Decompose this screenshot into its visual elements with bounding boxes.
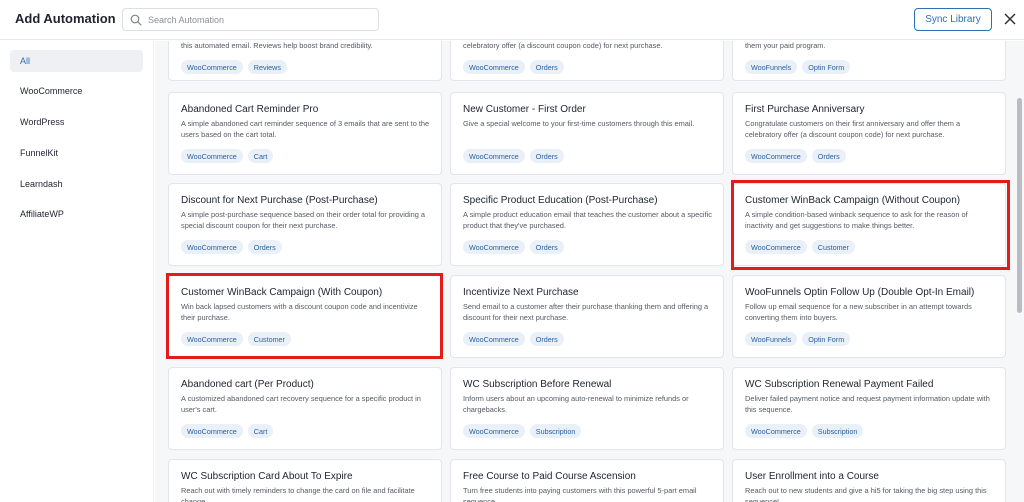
card-tag: WooFunnels [745, 60, 798, 74]
search-input[interactable] [148, 11, 373, 28]
search-box[interactable] [122, 8, 379, 31]
automation-card[interactable]: WooFunnels Optin Follow Up (Double Opt-I… [732, 275, 1006, 358]
automation-card[interactable]: Discount for Next Purchase (Post-Purchas… [168, 183, 442, 266]
sidebar-item-all[interactable]: All [10, 50, 143, 72]
card-title: Discount for Next Purchase (Post-Purchas… [181, 195, 378, 206]
card-description: Turn free students into paying customers… [463, 486, 697, 502]
automation-card[interactable]: WC Subscription Before Renewal Inform us… [450, 367, 724, 450]
card-title: WooFunnels Optin Follow Up (Double Opt-I… [745, 287, 975, 298]
automation-card[interactable]: Abandoned Cart Reminder Pro A simple aba… [168, 92, 442, 175]
card-description: this automated email. Reviews help boost… [181, 41, 373, 50]
close-icon [1004, 13, 1016, 25]
scrollbar-thumb[interactable] [1017, 98, 1022, 313]
card-tag: Reviews [247, 60, 287, 74]
card-title: Free Course to Paid Course Ascension [463, 471, 636, 482]
card-tag: WooCommerce [181, 240, 243, 254]
search-icon [130, 14, 142, 26]
card-description: Reach out with timely reminders to chang… [181, 486, 415, 502]
top-header: Add Automation Sync Library [0, 0, 1024, 40]
automation-card[interactable]: celebratory offer (a discount coupon cod… [450, 41, 724, 81]
category-sidebar: All WooCommerce WordPress FunnelKit Lear… [0, 41, 154, 502]
automation-card[interactable]: WC Subscription Card About To Expire Rea… [168, 459, 442, 502]
automation-card[interactable]: Abandoned cart (Per Product) A customize… [168, 367, 442, 450]
card-description: A simple abandoned cart reminder sequenc… [181, 119, 430, 139]
card-description: A simple condition-based winback sequenc… [745, 210, 968, 230]
automation-card[interactable]: Incentivize Next Purchase Send email to … [450, 275, 724, 358]
card-tag: WooCommerce [745, 424, 807, 438]
automation-card[interactable]: First Purchase Anniversary Congratulate … [732, 92, 1006, 175]
card-description: A customized abandoned cart recovery seq… [181, 394, 421, 414]
card-tag: Cart [247, 149, 274, 163]
automation-grid: this automated email. Reviews help boost… [155, 41, 1024, 502]
card-description: A simple post-purchase sequence based on… [181, 210, 426, 230]
card-tag: WooCommerce [463, 240, 525, 254]
automation-card[interactable]: them your paid program. WooFunnels Optin … [732, 41, 1006, 81]
card-title: Incentivize Next Purchase [463, 287, 579, 298]
card-tag: WooCommerce [463, 149, 525, 163]
card-tag: WooCommerce [181, 332, 243, 346]
card-tag: Customer [811, 240, 855, 254]
automation-card[interactable]: User Enrollment into a Course Reach out … [732, 459, 1006, 502]
sidebar-item-woocommerce[interactable]: WooCommerce [10, 80, 143, 102]
automation-card[interactable]: Specific Product Education (Post-Purchas… [450, 183, 724, 266]
automation-card[interactable]: Free Course to Paid Course Ascension Tur… [450, 459, 724, 502]
card-title: New Customer - First Order [463, 104, 586, 115]
card-tag: WooCommerce [463, 332, 525, 346]
card-title: WC Subscription Card About To Expire [181, 471, 353, 482]
card-description: Reach out to new students and give a hi5… [745, 486, 987, 502]
card-title: Customer WinBack Campaign (Without Coupo… [745, 195, 961, 206]
card-tag: Optin Form [802, 60, 851, 74]
card-tag: WooFunnels [745, 332, 798, 346]
card-tag: Orders [529, 149, 564, 163]
card-tag: Orders [811, 149, 846, 163]
card-description: Send email to a customer after their pur… [463, 302, 709, 322]
card-title: Abandoned Cart Reminder Pro [181, 104, 319, 115]
card-tag: WooCommerce [463, 424, 525, 438]
card-title: WC Subscription Before Renewal [463, 379, 612, 390]
sync-library-button[interactable]: Sync Library [914, 8, 992, 31]
card-title: User Enrollment into a Course [745, 471, 879, 482]
card-tag: WooCommerce [745, 240, 807, 254]
card-description: celebratory offer (a discount coupon cod… [463, 41, 663, 50]
page-title: Add Automation [15, 11, 116, 26]
card-title: Specific Product Education (Post-Purchas… [463, 195, 658, 206]
card-title: WC Subscription Renewal Payment Failed [745, 379, 934, 390]
card-title: Abandoned cart (Per Product) [181, 379, 314, 390]
card-tag: Orders [529, 60, 564, 74]
automation-card[interactable]: WC Subscription Renewal Payment Failed D… [732, 367, 1006, 450]
card-tag: Optin Form [802, 332, 851, 346]
sidebar-item-funnelkit[interactable]: FunnelKit [10, 142, 143, 164]
card-description: A simple product education email that te… [463, 210, 712, 230]
card-tag: Orders [529, 332, 564, 346]
sidebar-item-affiliatewp[interactable]: AffiliateWP [10, 203, 143, 225]
card-tag: WooCommerce [181, 424, 243, 438]
card-tag: Orders [529, 240, 564, 254]
close-button[interactable] [1000, 9, 1020, 29]
card-tag: WooCommerce [463, 60, 525, 74]
automation-card[interactable]: New Customer - First Order Give a specia… [450, 92, 724, 175]
automation-card[interactable]: Customer WinBack Campaign (With Coupon) … [168, 275, 442, 358]
card-tag: WooCommerce [181, 60, 243, 74]
automation-card[interactable]: this automated email. Reviews help boost… [168, 41, 442, 81]
card-title: Customer WinBack Campaign (With Coupon) [181, 287, 383, 298]
card-tag: Subscription [529, 424, 582, 438]
card-description: Deliver failed payment notice and reques… [745, 394, 990, 414]
card-tag: Customer [247, 332, 291, 346]
card-tag: WooCommerce [181, 149, 243, 163]
sidebar-item-learndash[interactable]: Learndash [10, 173, 143, 195]
card-description: Give a special welcome to your first-tim… [463, 119, 695, 128]
card-description: Follow up email sequence for a new subsc… [745, 302, 972, 322]
card-tag: Cart [247, 424, 274, 438]
card-description: Win back lapsed customers with a discoun… [181, 302, 418, 322]
card-description: Inform users about an upcoming auto-rene… [463, 394, 689, 414]
card-tag: Orders [247, 240, 282, 254]
card-title: First Purchase Anniversary [745, 104, 865, 115]
scrollbar-track[interactable] [1014, 41, 1024, 502]
card-description: Congratulate customers on their first an… [745, 119, 961, 139]
card-tag: WooCommerce [745, 149, 807, 163]
automation-card[interactable]: Customer WinBack Campaign (Without Coupo… [732, 183, 1006, 266]
sidebar-item-wordpress[interactable]: WordPress [10, 111, 143, 133]
card-description: them your paid program. [745, 41, 826, 50]
card-tag: Subscription [811, 424, 864, 438]
